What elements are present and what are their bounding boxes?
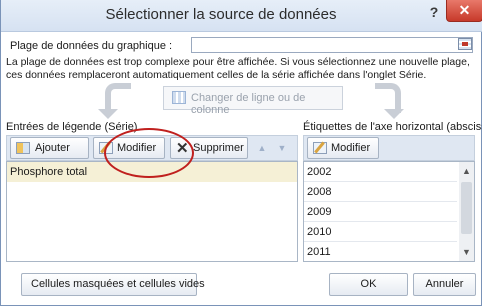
hidden-empty-cells-button[interactable]: Cellules masquées et cellules vides [21,273,205,296]
switch-row-column-button[interactable]: Changer de ligne ou de colonne [163,86,343,116]
edit-axis-labels-button[interactable]: Modifier [307,137,379,159]
list-item[interactable]: 2002 [304,162,457,182]
message-line-1: La plage de données est trop complexe po… [6,56,470,68]
scroll-down-icon[interactable]: ▼ [459,245,474,259]
delete-series-button[interactable]: ✕ Supprimer [170,137,248,159]
list-item[interactable]: Phosphore total [7,162,297,182]
list-item[interactable]: 2011 [304,242,457,261]
move-up-icon[interactable]: ▲ [253,138,271,158]
help-icon[interactable]: ? [427,4,441,22]
scroll-thumb[interactable] [461,182,472,234]
edit-icon [99,142,113,154]
cancel-button[interactable]: Annuler [413,273,476,296]
switch-row-column-icon [172,91,186,104]
add-series-button[interactable]: Ajouter [10,137,89,159]
title-bar: Sélectionner la source de données ? ✕ [1,0,482,32]
select-data-source-dialog: Sélectionner la source de données ? ✕ Pl… [0,0,482,306]
scroll-up-icon[interactable]: ▲ [459,164,474,178]
axis-labels-heading: Étiquettes de l'axe horizontal (abscisse… [303,121,482,133]
hidden-empty-cells-label: Cellules masquées et cellules vides [31,278,205,290]
dialog-title: Sélectionner la source de données [105,6,337,23]
ok-button[interactable]: OK [329,273,408,296]
range-warning-message: La plage de données est trop complexe po… [6,56,478,82]
legend-series-list[interactable]: Phosphore total [6,161,298,262]
left-arrow-icon [98,83,131,119]
data-range-input[interactable] [191,37,473,53]
axis-list-scrollbar[interactable]: ▲ ▼ [459,162,474,261]
cancel-label: Annuler [425,278,464,290]
range-label: Plage de données du graphique : [10,40,173,52]
axis-labels-list[interactable]: 2002 2008 2009 2010 2011 ▲ ▼ [303,161,475,262]
edit-axis-labels-label: Modifier [331,142,371,154]
add-icon [16,142,30,154]
delete-icon: ✕ [176,140,189,157]
edit-series-button[interactable]: Modifier [93,137,165,159]
range-selector-icon[interactable] [458,38,472,50]
switch-row-column-label: Changer de ligne ou de colonne [191,92,306,116]
add-series-label: Ajouter [35,142,70,154]
legend-entries-heading: Entrées de légende (Série) [6,121,138,133]
ok-label: OK [360,278,377,290]
move-down-icon[interactable]: ▼ [273,138,291,158]
list-item[interactable]: 2010 [304,222,457,242]
edit-icon [313,142,327,154]
close-button[interactable]: ✕ [446,0,482,22]
message-line-2: ces données remplaceront automatiquement… [6,69,427,81]
list-item[interactable]: 2008 [304,182,457,202]
axis-toolbar: Modifier [303,135,475,161]
right-arrow-icon [375,83,404,119]
edit-series-label: Modifier [117,142,157,154]
delete-series-label: Supprimer [193,142,244,154]
legend-toolbar: Ajouter Modifier ✕ Supprimer ▲ ▼ [6,135,298,161]
list-item[interactable]: 2009 [304,202,457,222]
